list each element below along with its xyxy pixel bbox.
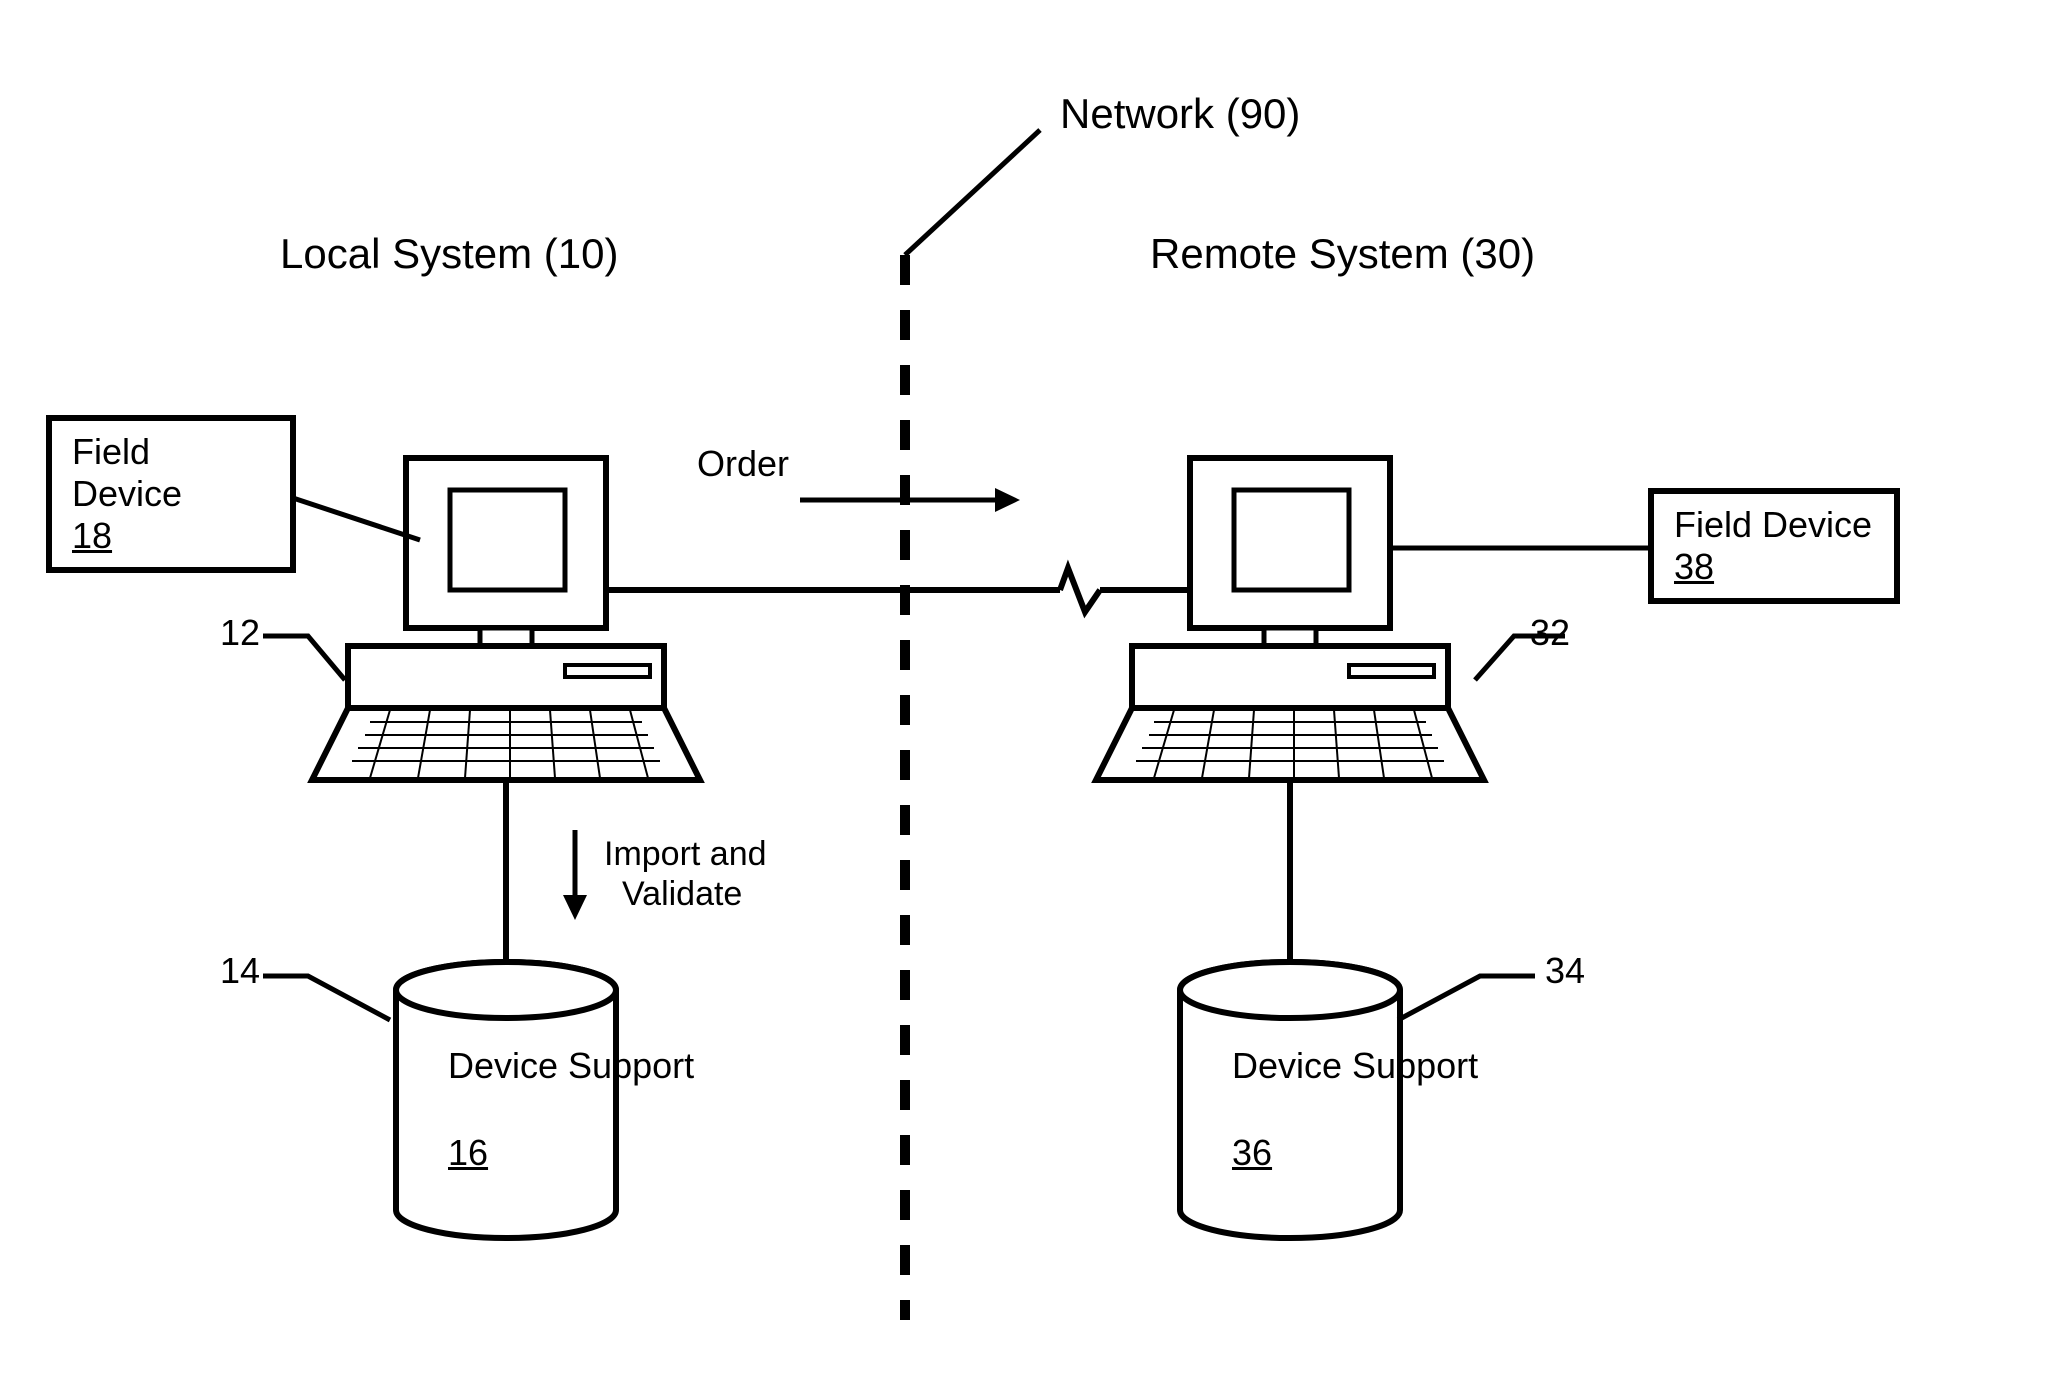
local-db-inner-ref: 16 (448, 1132, 488, 1174)
remote-field-device-label: Field Device (1674, 504, 1874, 546)
remote-database-icon (1180, 962, 1400, 1238)
local-db-ref: 14 (220, 950, 260, 992)
local-field-device-label: Field Device (72, 431, 270, 515)
local-field-device-ref: 18 (72, 515, 270, 557)
line-break-symbol (1060, 568, 1100, 612)
remote-system-title: Remote System (30) (1150, 230, 1535, 278)
remote-db-label: Device Support (1232, 1045, 1478, 1087)
network-callout-line (905, 130, 1040, 255)
remote-db-inner-ref: 36 (1232, 1132, 1272, 1174)
network-label: Network (90) (1060, 90, 1300, 138)
local-computer-ref: 12 (220, 612, 260, 654)
local-database-icon (396, 962, 616, 1238)
local-computer-callout (263, 636, 345, 680)
order-label: Order (697, 443, 789, 485)
remote-computer-icon (1096, 458, 1484, 780)
import-arrow-icon (563, 830, 587, 920)
local-db-callout (263, 976, 390, 1020)
local-computer-icon (312, 458, 700, 780)
local-field-device-box: Field Device 18 (46, 415, 296, 573)
remote-db-callout (1398, 976, 1535, 1020)
local-system-title: Local System (10) (280, 230, 618, 278)
diagram-svg (0, 0, 2066, 1391)
import-label-2: Validate (622, 875, 742, 914)
remote-field-device-ref: 38 (1674, 546, 1874, 588)
import-label-1: Import and (604, 835, 767, 874)
local-field-device-callout (293, 498, 420, 540)
remote-computer-ref: 32 (1530, 612, 1570, 654)
remote-field-device-box: Field Device 38 (1648, 488, 1900, 604)
remote-db-ref: 34 (1545, 950, 1585, 992)
local-db-label: Device Support (448, 1045, 694, 1087)
